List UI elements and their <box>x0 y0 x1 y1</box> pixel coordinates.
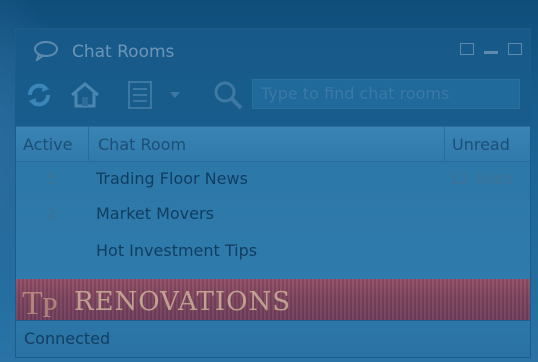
maximize-icon[interactable] <box>508 43 522 55</box>
banner-brand-text: RENOVATIONS <box>74 287 292 317</box>
room-name: Hot Investment Tips <box>96 241 258 260</box>
column-divider <box>88 127 89 161</box>
list-icon[interactable] <box>128 81 152 109</box>
column-divider <box>444 127 445 161</box>
connection-status: Connected <box>24 329 111 348</box>
chat-rooms-window: Chat Rooms Type to find chat rooms Activ… <box>15 28 531 358</box>
search-input[interactable]: Type to find chat rooms <box>252 79 520 109</box>
ad-banner[interactable]: T P RENOVATIONS <box>16 279 530 323</box>
active-count: 2 <box>46 204 57 223</box>
title-bar[interactable]: Chat Rooms <box>16 29 530 69</box>
home-icon[interactable] <box>68 79 102 111</box>
minimize-icon[interactable] <box>484 51 498 54</box>
column-header-active[interactable]: Active <box>23 135 73 154</box>
table-row[interactable]: Hot Investment Tips <box>16 241 530 277</box>
refresh-icon[interactable] <box>24 79 54 111</box>
svg-text:T: T <box>22 285 43 321</box>
search-icon <box>214 81 243 110</box>
table-header: Active Chat Room Unread <box>16 127 530 162</box>
chevron-down-icon[interactable] <box>170 91 180 99</box>
column-header-unread[interactable]: Unread <box>452 135 510 154</box>
help-icon[interactable] <box>460 43 474 55</box>
tp-logo-icon: T P <box>22 285 58 321</box>
status-bar: Connected <box>16 320 530 357</box>
active-count: 5 <box>46 169 57 188</box>
table-row[interactable]: 2 Market Movers <box>16 204 530 240</box>
table-row[interactable]: 5 Trading Floor News 12 lines <box>16 169 530 205</box>
toolbar: Type to find chat rooms <box>16 77 530 117</box>
svg-text:P: P <box>42 293 58 321</box>
unread-count: 12 lines <box>450 169 513 188</box>
chat-bubble-icon <box>34 41 58 61</box>
column-header-room[interactable]: Chat Room <box>98 135 186 154</box>
room-name: Market Movers <box>96 204 214 223</box>
chat-room-table: Active Chat Room Unread 5 Trading Floor … <box>16 126 530 279</box>
window-controls <box>460 43 522 55</box>
room-name: Trading Floor News <box>96 169 248 188</box>
window-title: Chat Rooms <box>72 42 175 62</box>
